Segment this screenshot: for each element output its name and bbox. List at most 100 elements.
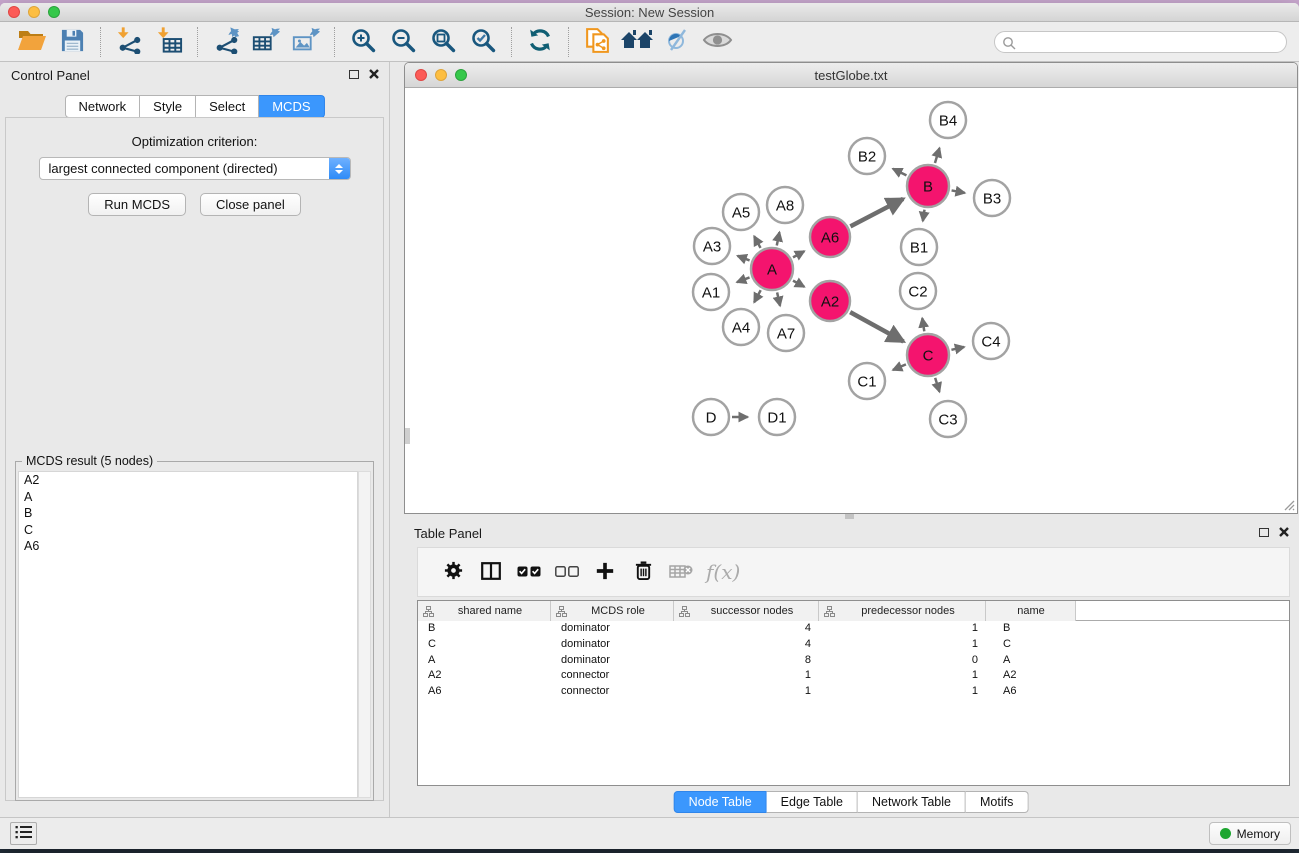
memory-button[interactable]: Memory bbox=[1209, 822, 1291, 845]
graph-node-A[interactable]: A bbox=[751, 248, 793, 290]
mcds-result-item[interactable]: A2 bbox=[19, 472, 357, 489]
table-cell[interactable]: 0 bbox=[819, 653, 986, 669]
table-cell[interactable]: 4 bbox=[674, 621, 819, 637]
splitter-handle[interactable] bbox=[845, 514, 854, 519]
network-close-button[interactable] bbox=[415, 69, 427, 81]
table-cell[interactable]: dominator bbox=[551, 621, 674, 637]
zoom-in-button[interactable] bbox=[343, 26, 383, 58]
close-panel-button[interactable]: Close panel bbox=[200, 193, 301, 216]
graph-node-B[interactable]: B bbox=[907, 165, 949, 207]
graph-edge-B-B3[interactable] bbox=[952, 190, 965, 192]
mcds-result-item[interactable]: A6 bbox=[19, 538, 357, 555]
graph-edge-A-A5[interactable] bbox=[754, 236, 760, 248]
graph-edge-A-A6[interactable] bbox=[793, 251, 804, 257]
table-row[interactable]: Adominator80A bbox=[418, 653, 1289, 669]
graph-edge-A2-C[interactable] bbox=[850, 312, 903, 341]
mcds-result-list[interactable]: A2ABCA6 bbox=[18, 471, 358, 798]
table-cell[interactable]: connector bbox=[551, 668, 674, 684]
canvas-scroll-nub[interactable] bbox=[405, 428, 410, 444]
column-header-name[interactable]: name bbox=[986, 601, 1076, 621]
deselect-all-button[interactable] bbox=[548, 554, 586, 590]
network-canvas[interactable]: AA1A2A3A4A5A6A7A8BB1B2B3B4CC1C2C3C4DD1 bbox=[405, 88, 1297, 513]
graph-node-A3[interactable]: A3 bbox=[694, 228, 730, 264]
graph-node-C2[interactable]: C2 bbox=[900, 273, 936, 309]
table-cell[interactable]: A6 bbox=[986, 684, 1076, 700]
table-cell[interactable]: A bbox=[986, 653, 1076, 669]
tab-mcds[interactable]: MCDS bbox=[259, 95, 324, 118]
column-view-button[interactable] bbox=[472, 554, 510, 590]
float-table-panel-icon[interactable] bbox=[1259, 528, 1269, 537]
table-cell[interactable]: A6 bbox=[418, 684, 551, 700]
graph-edge-A6-B[interactable] bbox=[850, 199, 903, 226]
export-table-button[interactable] bbox=[246, 26, 286, 58]
zoom-window-button[interactable] bbox=[48, 6, 60, 18]
graph-node-B1[interactable]: B1 bbox=[901, 229, 937, 265]
table-cell[interactable]: A bbox=[418, 653, 551, 669]
table-cell[interactable]: B bbox=[986, 621, 1076, 637]
mcds-result-item[interactable]: A bbox=[19, 489, 357, 506]
graph-node-C[interactable]: C bbox=[907, 334, 949, 376]
graph-node-A4[interactable]: A4 bbox=[723, 309, 759, 345]
window-titlebar[interactable]: Session: New Session bbox=[0, 3, 1299, 22]
first-neighbors-button[interactable] bbox=[617, 26, 657, 58]
delete-rows-button[interactable] bbox=[624, 554, 662, 590]
column-header-shared-name[interactable]: shared name bbox=[418, 601, 551, 621]
graph-node-B2[interactable]: B2 bbox=[849, 138, 885, 174]
graph-edge-C-C1[interactable] bbox=[893, 364, 906, 370]
zoom-selected-button[interactable] bbox=[463, 26, 503, 58]
graph-node-C1[interactable]: C1 bbox=[849, 363, 885, 399]
table-cell[interactable]: C bbox=[418, 637, 551, 653]
table-cell[interactable]: A2 bbox=[986, 668, 1076, 684]
graph-node-D1[interactable]: D1 bbox=[759, 399, 795, 435]
table-cell[interactable]: C bbox=[986, 637, 1076, 653]
mcds-result-item[interactable]: B bbox=[19, 505, 357, 522]
criterion-dropdown[interactable]: largest connected component (directed) bbox=[39, 157, 351, 180]
column-header-MCDS-role[interactable]: MCDS role bbox=[551, 601, 674, 621]
network-zoom-button[interactable] bbox=[455, 69, 467, 81]
graph-node-B4[interactable]: B4 bbox=[930, 102, 966, 138]
table-cell[interactable]: dominator bbox=[551, 637, 674, 653]
table-cell[interactable]: 1 bbox=[819, 684, 986, 700]
import-table-button[interactable] bbox=[149, 26, 189, 58]
table-settings-button[interactable] bbox=[434, 554, 472, 590]
zoom-fit-button[interactable] bbox=[423, 26, 463, 58]
function-builder-fx-icon[interactable]: f(x) bbox=[706, 560, 740, 584]
graph-edge-C-C2[interactable] bbox=[922, 318, 924, 331]
graph-edge-A-A7[interactable] bbox=[777, 292, 780, 305]
graph-edge-A-A1[interactable] bbox=[737, 277, 750, 282]
search-input[interactable] bbox=[1019, 33, 1278, 51]
graph-edge-B-B1[interactable] bbox=[923, 210, 925, 221]
result-list-scrollbar[interactable] bbox=[358, 471, 371, 798]
table-cell[interactable]: 4 bbox=[674, 637, 819, 653]
table-tab-network-table[interactable]: Network Table bbox=[858, 791, 966, 813]
save-session-button[interactable] bbox=[52, 26, 92, 58]
add-row-button[interactable] bbox=[586, 554, 624, 590]
select-all-button[interactable] bbox=[510, 554, 548, 590]
close-window-button[interactable] bbox=[8, 6, 20, 18]
graph-node-A8[interactable]: A8 bbox=[767, 187, 803, 223]
open-file-button[interactable] bbox=[12, 26, 52, 58]
network-minimize-button[interactable] bbox=[435, 69, 447, 81]
export-network-button[interactable] bbox=[206, 26, 246, 58]
graph-node-A2[interactable]: A2 bbox=[810, 281, 850, 321]
network-window-titlebar[interactable]: testGlobe.txt bbox=[405, 63, 1297, 88]
graph-node-A1[interactable]: A1 bbox=[693, 274, 729, 310]
table-cell[interactable]: 8 bbox=[674, 653, 819, 669]
minimize-window-button[interactable] bbox=[28, 6, 40, 18]
table-cell[interactable]: A2 bbox=[418, 668, 551, 684]
close-panel-icon[interactable] bbox=[369, 69, 379, 79]
table-row[interactable]: A6connector11A6 bbox=[418, 684, 1289, 700]
table-cell[interactable]: dominator bbox=[551, 653, 674, 669]
show-all-button[interactable] bbox=[697, 26, 737, 58]
hide-selected-button[interactable] bbox=[657, 26, 697, 58]
graph-edge-A-A4[interactable] bbox=[754, 290, 760, 302]
show-panels-menu-button[interactable] bbox=[10, 822, 37, 845]
table-tab-node-table[interactable]: Node Table bbox=[674, 791, 767, 813]
window-resize-grip[interactable] bbox=[1282, 498, 1295, 511]
graph-edge-C-C4[interactable] bbox=[951, 347, 964, 350]
zoom-out-button[interactable] bbox=[383, 26, 423, 58]
tab-style[interactable]: Style bbox=[140, 95, 196, 118]
table-cell[interactable]: 1 bbox=[674, 668, 819, 684]
graph-edge-B-B2[interactable] bbox=[893, 169, 907, 176]
new-network-from-selection-button[interactable] bbox=[577, 26, 617, 58]
